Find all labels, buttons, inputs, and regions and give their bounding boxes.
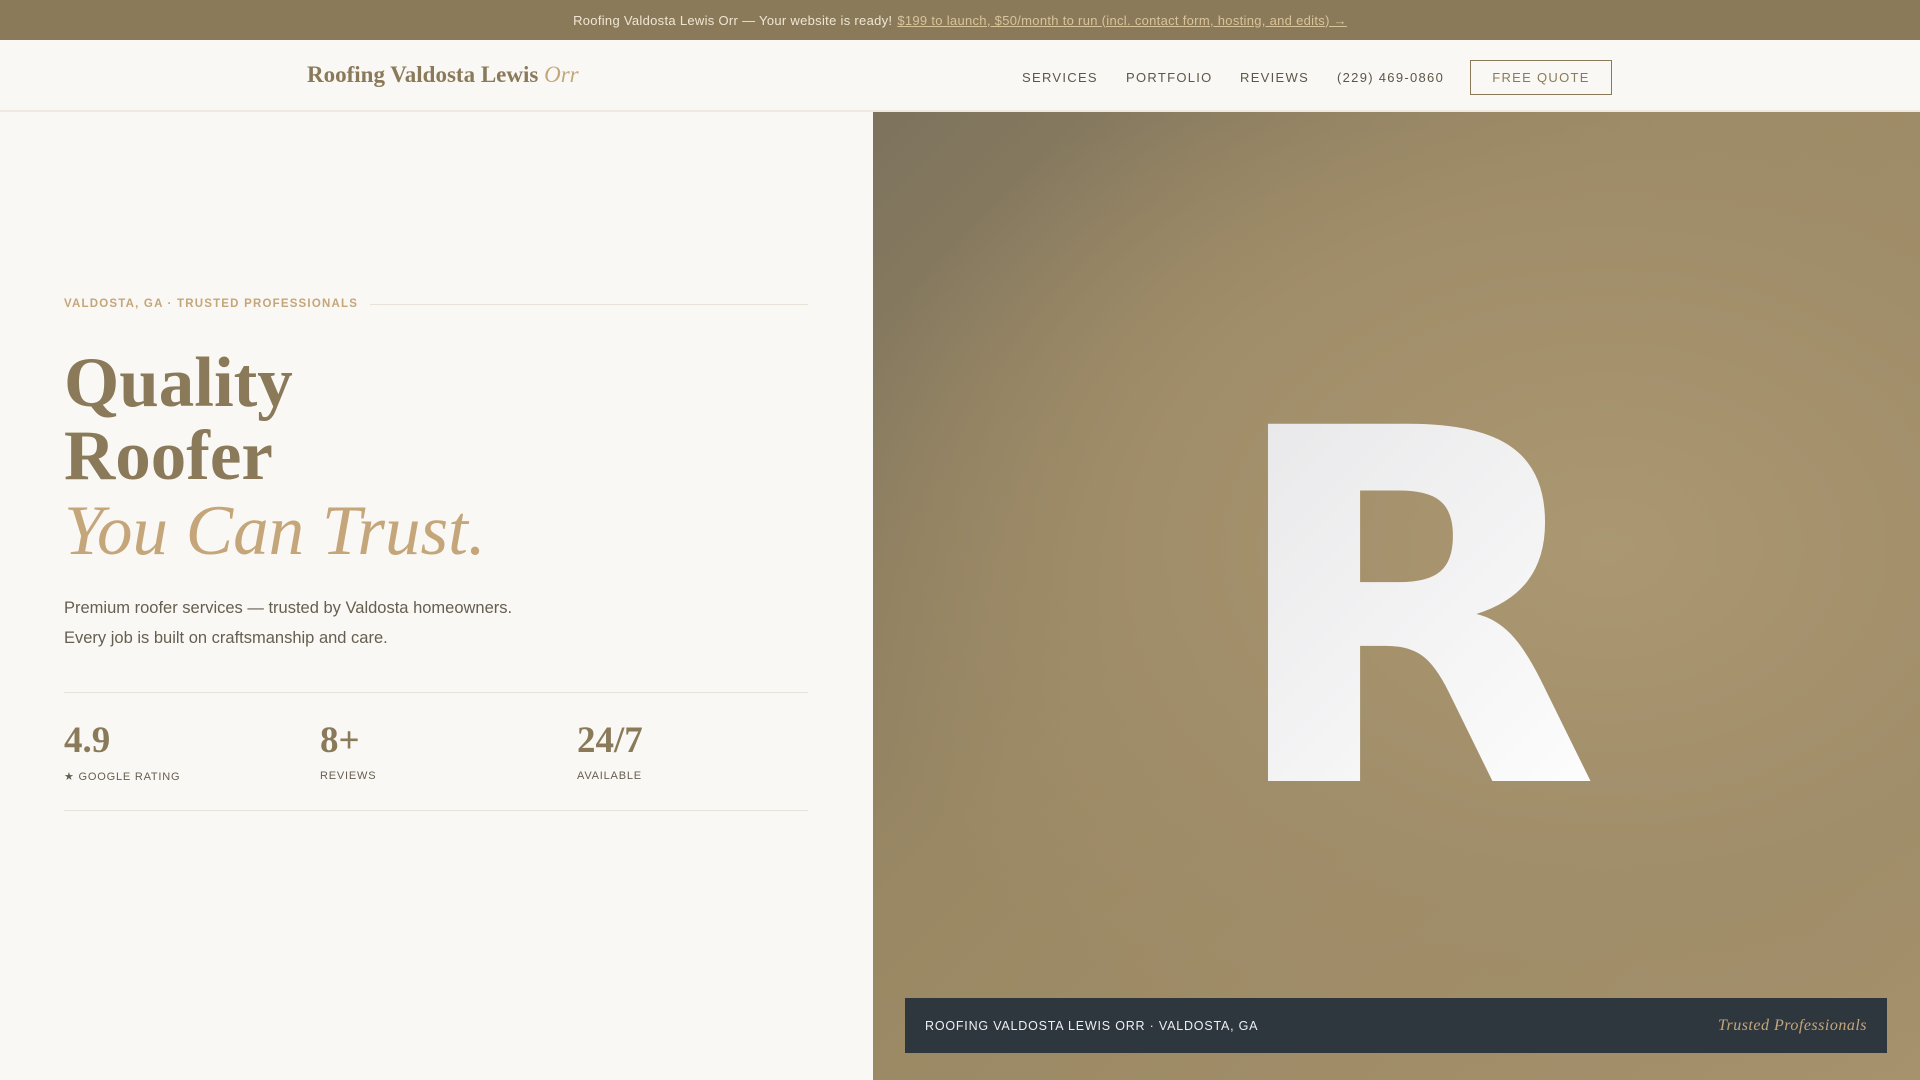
logo-main: Roofing Valdosta Lewis [307,62,539,87]
caption-tagline: Trusted Professionals [1717,1016,1867,1034]
description-line: Every job is built on craftsmanship and … [64,629,388,647]
stat-value: 24/7 [577,720,643,761]
hero-eyebrow: VALDOSTA, GA · TRUSTED PROFESSIONALS [64,298,808,310]
divider [370,303,808,305]
stats-row: 4.9 ★ GOOGLE RATING 8+ REVIEWS 24/7 AVAILAB… [64,692,808,811]
logo[interactable]: Roofing Valdosta Lewis Orr [307,62,579,88]
logo-accent: Orr [544,62,579,87]
hero-description: Premium roofer services — trusted by Val… [64,593,512,653]
stat-availability: 24/7 AVAILABLE [577,719,643,782]
free-quote-button[interactable]: FREE QUOTE [1470,60,1612,95]
nav-reviews[interactable]: REVIEWS [1240,70,1309,85]
nav-services[interactable]: SERVICES [1022,70,1098,85]
visual-caption-bar: ROOFING VALDOSTA LEWIS ORR · VALDOSTA, G… [905,998,1887,1053]
stat-rating: 4.9 ★ GOOGLE RATING [64,719,180,783]
stat-value: 8+ [320,720,360,761]
hero-title-line1: Quality [64,344,293,422]
monogram-letter: R [1223,326,1601,897]
stat-label: AVAILABLE [577,770,642,782]
stat-label: ★ GOOGLE RATING [64,771,181,783]
stat-label: REVIEWS [320,770,377,782]
stat-reviews: 8+ REVIEWS [320,719,376,782]
banner-pricing-link[interactable]: $199 to launch, $50/month to run (incl. … [897,13,1347,28]
navbar: Roofing Valdosta Lewis Orr SERVICES PORT… [0,40,1920,112]
description-line: Premium roofer services — trusted by Val… [64,599,513,617]
announcement-banner: Roofing Valdosta Lewis Orr — Your websit… [0,0,1920,40]
eyebrow-text: VALDOSTA, GA · TRUSTED PROFESSIONALS [64,298,359,310]
stat-value: 4.9 [64,720,111,761]
hero-title-line3: You Can Trust. [64,492,486,570]
nav-phone[interactable]: (229) 469-0860 [1337,70,1444,85]
hero-visual: R ROOFING VALDOSTA LEWIS ORR · VALDOSTA,… [873,112,1920,1080]
caption-business: ROOFING VALDOSTA LEWIS ORR · VALDOSTA, G… [925,1018,1259,1033]
hero-title-line2: Roofer [64,417,273,495]
banner-text: Roofing Valdosta Lewis Orr — Your websit… [573,12,893,28]
nav-portfolio[interactable]: PORTFOLIO [1126,70,1213,85]
hero-content: VALDOSTA, GA · TRUSTED PROFESSIONALS Qua… [0,112,873,1080]
